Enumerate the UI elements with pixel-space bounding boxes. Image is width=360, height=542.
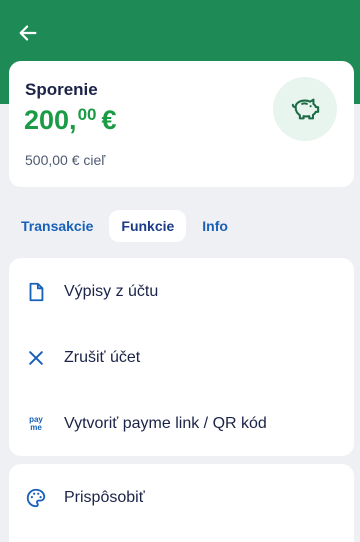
- list-item-payme-link[interactable]: pay me Vytvoriť payme link / QR kód: [9, 401, 354, 447]
- tab-functions[interactable]: Funkcie: [109, 210, 187, 242]
- account-card: Sporenie 200,00 € 500,00 € cieľ: [9, 61, 354, 187]
- balance-cents: 00: [77, 105, 97, 124]
- payme-icon-text-bottom: me: [30, 423, 42, 432]
- palette-icon: [26, 488, 46, 508]
- account-balance: 200,00 €: [24, 105, 117, 136]
- balance-currency: €: [101, 105, 117, 135]
- payme-icon: pay me: [24, 412, 48, 436]
- list-item-label: Vytvoriť payme link / QR kód: [64, 415, 267, 432]
- list-item-label: Výpisy z účtu: [64, 283, 159, 300]
- functions-list: Výpisy z účtu Zrušiť účet pay me Vytvori…: [9, 258, 354, 456]
- customize-list: Prispôsobiť: [9, 464, 354, 542]
- list-item-close-account[interactable]: Zrušiť účet: [9, 335, 354, 381]
- account-name: Sporenie: [25, 80, 98, 99]
- arrow-left-icon: [19, 25, 37, 41]
- document-icon: [29, 282, 44, 302]
- list-item-label: Prispôsobiť: [64, 489, 145, 506]
- piggy-bank-badge: [273, 77, 337, 141]
- balance-whole: 200,: [24, 105, 77, 135]
- tab-transactions[interactable]: Transakcie: [9, 210, 105, 242]
- list-item-label: Zrušiť účet: [64, 349, 141, 366]
- tab-info[interactable]: Info: [190, 210, 240, 242]
- piggy-bank-icon: [291, 98, 320, 120]
- list-item-customize[interactable]: Prispôsobiť: [9, 475, 354, 521]
- close-icon: [29, 351, 43, 365]
- savings-goal: 500,00 € cieľ: [25, 152, 106, 168]
- tab-bar: Transakcie Funkcie Info: [21, 210, 240, 242]
- back-button[interactable]: [14, 19, 42, 47]
- list-item-statements[interactable]: Výpisy z účtu: [9, 269, 354, 315]
